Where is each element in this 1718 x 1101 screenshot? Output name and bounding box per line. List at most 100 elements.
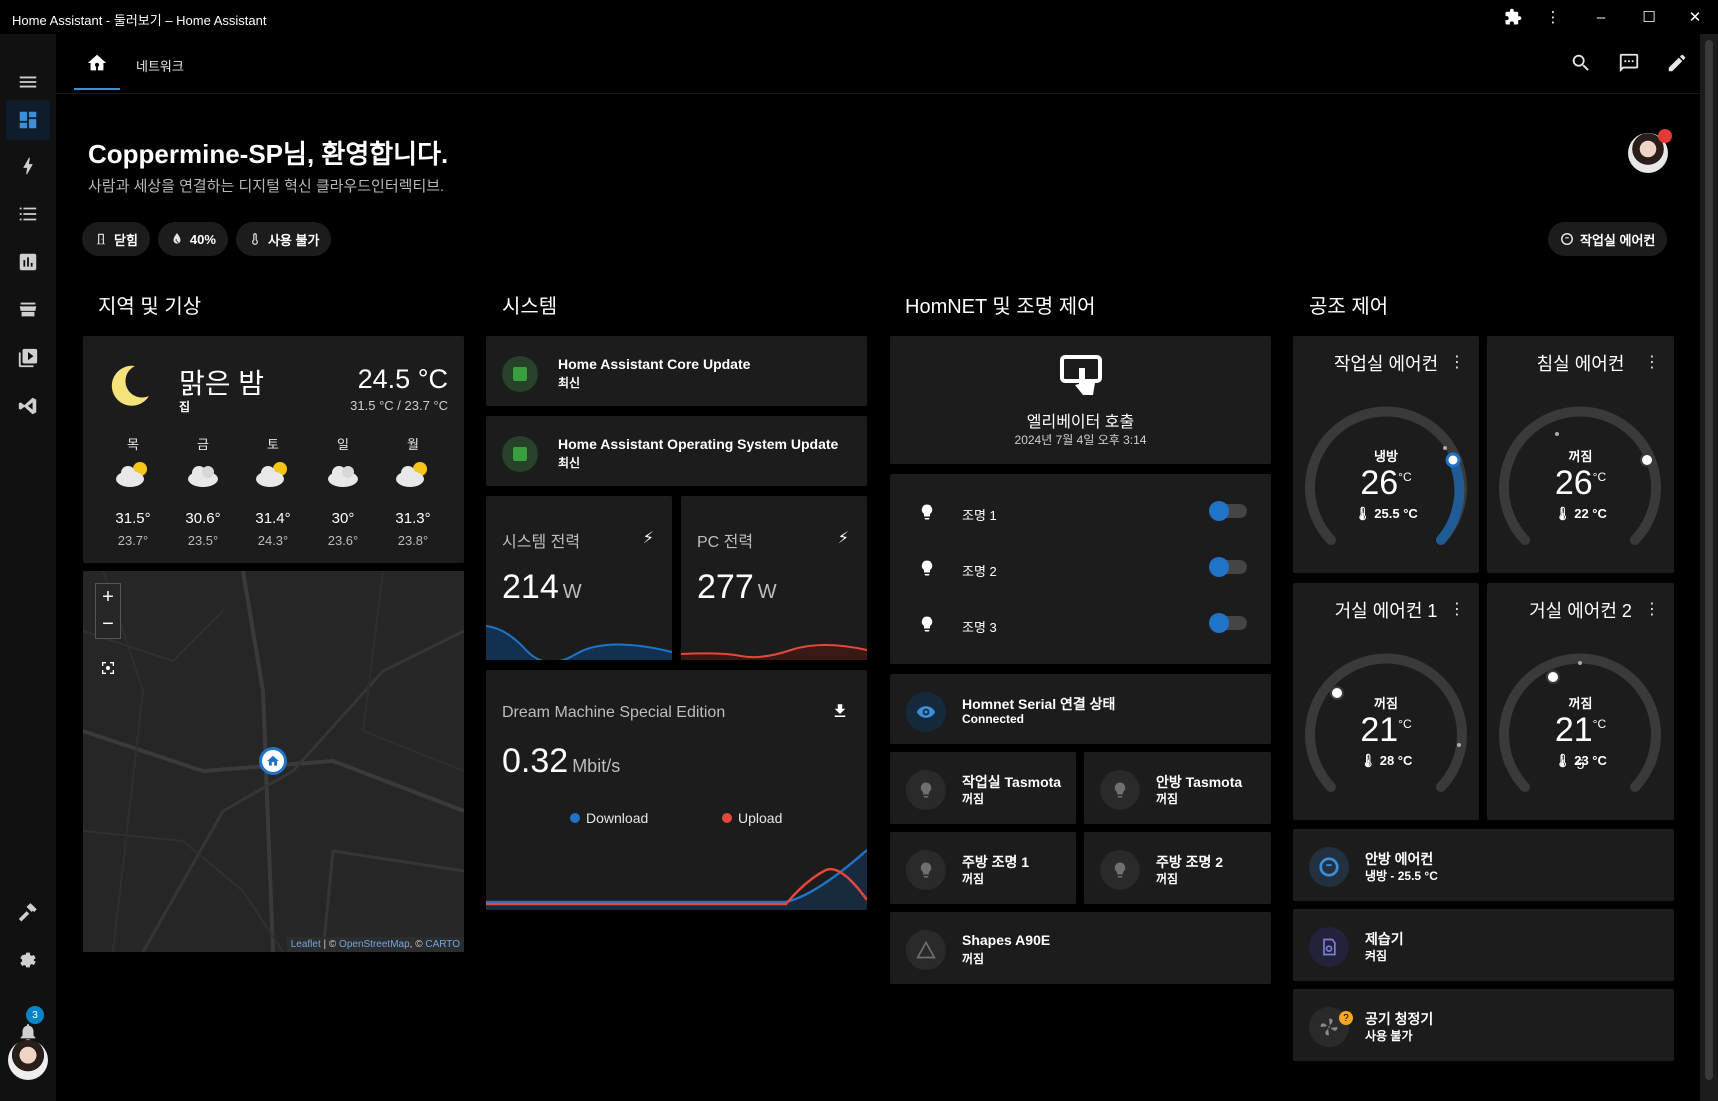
climate-entity-card[interactable]: ? 공기 청정기 사용 불가 <box>1293 989 1674 1061</box>
leaflet-link[interactable]: Leaflet <box>291 939 321 950</box>
sensor-unit: W <box>757 581 777 603</box>
weather-condition: 맑은 밤 <box>179 368 265 399</box>
weather-card[interactable]: 맑은 밤 집 24.5 °C 31.5 °C / 23.7 °C 목 31.5°… <box>83 336 464 563</box>
network-card[interactable]: Dream Machine Special Edition 0.32 Mbit/s… <box>486 670 867 910</box>
chip-temperature[interactable]: 사용 불가 <box>235 222 332 256</box>
attr-sep: | © <box>320 939 340 950</box>
zoom-out-button[interactable]: − <box>102 613 114 636</box>
core-update-card[interactable]: Home Assistant Core Update 최신 <box>486 336 867 406</box>
list-icon <box>19 207 37 221</box>
thermostat-card[interactable]: 작업실 에어컨 ⋮ 냉방 26°C 🌡 25.5 °C <box>1293 336 1479 573</box>
current-temp: 28 °C <box>1379 753 1413 768</box>
tab-network[interactable]: 네트워크 <box>136 56 184 75</box>
legend-download[interactable]: Download <box>570 810 648 826</box>
user-avatar[interactable] <box>1628 129 1672 173</box>
thermostat-card[interactable]: 거실 에어컨 2 ⋮ 꺼짐 21°C 5 🌡 23 °C <box>1487 583 1674 820</box>
thermostat-card[interactable]: 거실 에어컨 1 ⋮ 꺼짐 21°C 🌡 28 °C <box>1293 583 1479 820</box>
more-options-icon[interactable]: ⋮ <box>1538 4 1568 30</box>
carto-link[interactable]: CARTO <box>425 939 460 950</box>
sidebar-item-settings[interactable] <box>6 940 50 980</box>
home-marker-icon[interactable] <box>259 747 287 775</box>
map-card[interactable]: + − Leaflet | © OpenStreetMap, © CARTO <box>83 571 464 952</box>
update-title: Home Assistant Core Update <box>558 356 751 372</box>
forecast-high: 30.6° <box>185 510 221 527</box>
entity-state: 냉방 - 25.5 °C <box>1365 869 1438 883</box>
light-row[interactable]: 조명 2 <box>890 540 1271 596</box>
forecast-day: 금 30.6° 23.5° <box>173 434 233 548</box>
thermostat-mode: 꺼짐 <box>1568 449 1593 464</box>
forecast-high: 31.3° <box>395 510 431 527</box>
page-scrollbar[interactable] <box>1700 34 1718 1101</box>
focus-icon[interactable] <box>95 655 121 681</box>
close-button[interactable]: ✕ <box>1680 4 1710 30</box>
window-titlebar: Home Assistant - 둘러보기 – Home Assistant ⋮… <box>0 0 1718 34</box>
light-label: 조명 1 <box>962 508 997 523</box>
thermostat-current: 🌡 25.5 °C <box>1354 506 1418 521</box>
sidebar-item-energy[interactable] <box>6 146 50 186</box>
current-temp: 22 °C <box>1574 506 1607 521</box>
sidebar-item-vscode[interactable] <box>6 386 50 426</box>
search-icon[interactable] <box>1566 48 1596 78</box>
more-options-icon[interactable]: ⋮ <box>1644 352 1660 372</box>
forecast-low: 24.3° <box>257 533 289 548</box>
thermostat-current: 🌡 23 °C <box>1554 753 1607 768</box>
system-power-card[interactable]: 시스템 전력 ⚡ 214 W <box>486 496 672 660</box>
edit-pencil-icon[interactable] <box>1662 48 1692 78</box>
sidebar-item-developer-tools[interactable] <box>6 892 50 932</box>
kitchen-light-card[interactable]: 주방 조명 1 꺼짐 <box>890 832 1076 904</box>
dashboard-icon <box>19 111 37 129</box>
climate-entity-card[interactable]: 안방 에어컨 냉방 - 25.5 °C <box>1293 829 1674 901</box>
more-options-icon[interactable]: ⋮ <box>1449 352 1465 372</box>
status-chips: 닫힘 40% 사용 불가 <box>82 222 332 256</box>
entity-state: 꺼짐 <box>962 952 985 966</box>
homnet-serial-card[interactable]: Homnet Serial 연결 상태 Connected <box>890 674 1271 744</box>
elevator-title: 엘리베이터 호출 <box>1026 414 1135 431</box>
elevator-touch-icon <box>1059 355 1102 395</box>
chip-workroom-ac[interactable]: 작업실 에어컨 <box>1548 222 1668 256</box>
section-title-homnet: HomNET 및 조명 제어 <box>905 296 1096 318</box>
light-label: 조명 3 <box>962 620 997 635</box>
entity-state: Connected <box>962 712 1025 726</box>
sidebar-item-media[interactable] <box>6 338 50 378</box>
light-toggle[interactable] <box>1209 613 1247 633</box>
osm-link[interactable]: OpenStreetMap <box>339 939 410 950</box>
light-toggle[interactable] <box>1209 557 1247 577</box>
os-update-card[interactable]: Home Assistant Operating System Update 최… <box>486 416 867 486</box>
light-row[interactable]: 조명 3 <box>890 596 1271 652</box>
extensions-icon[interactable] <box>1498 4 1528 30</box>
sidebar-item-history[interactable] <box>6 242 50 282</box>
zoom-in-button[interactable]: + <box>102 586 114 609</box>
sidebar-item-overview[interactable] <box>6 100 50 140</box>
forecast-day: 목 31.5° 23.7° <box>103 434 163 548</box>
assist-chat-icon[interactable] <box>1614 48 1644 78</box>
network-value: 0.32 Mbit/s <box>502 742 620 781</box>
light-toggle[interactable] <box>1209 501 1247 521</box>
target-unit: °C <box>1398 470 1412 484</box>
pc-power-card[interactable]: PC 전력 ⚡ 277 W <box>681 496 867 660</box>
elevator-call-card[interactable]: 엘리베이터 호출 2024년 7월 4일 오후 3:14 <box>890 336 1271 464</box>
tab-home[interactable] <box>74 40 120 90</box>
sidebar-item-logbook[interactable] <box>6 194 50 234</box>
chip-humidity[interactable]: 40% <box>157 222 228 256</box>
sensor-title: 시스템 전력 <box>502 534 581 551</box>
target-unit: °C <box>1398 717 1412 731</box>
minimize-button[interactable]: – <box>1586 4 1616 30</box>
tasmota-card[interactable]: 안방 Tasmota 꺼짐 <box>1084 752 1271 824</box>
legend-upload[interactable]: Upload <box>722 810 782 826</box>
forecast-high: 31.5° <box>115 510 151 527</box>
forecast-day: 토 31.4° 24.3° <box>243 434 303 548</box>
shapes-card[interactable]: Shapes A90E 꺼짐 <box>890 912 1271 984</box>
chip-door[interactable]: 닫힘 <box>82 222 150 256</box>
maximize-button[interactable]: ☐ <box>1634 4 1664 30</box>
climate-entity-card[interactable]: 제습기 켜짐 <box>1293 909 1674 981</box>
kitchen-light-card[interactable]: 주방 조명 2 꺼짐 <box>1084 832 1271 904</box>
menu-icon[interactable] <box>6 62 50 102</box>
more-options-icon[interactable]: ⋮ <box>1449 599 1465 619</box>
tasmota-card[interactable]: 작업실 Tasmota 꺼짐 <box>890 752 1076 824</box>
more-options-icon[interactable]: ⋮ <box>1644 599 1660 619</box>
profile-avatar[interactable] <box>8 1040 48 1080</box>
sidebar-item-hacs[interactable] <box>6 290 50 330</box>
entity-state: 꺼짐 <box>962 872 985 886</box>
thermostat-card[interactable]: 침실 에어컨 ⋮ 꺼짐 26°C 🌡 22 °C <box>1487 336 1674 573</box>
light-row[interactable]: 조명 1 <box>890 484 1271 540</box>
